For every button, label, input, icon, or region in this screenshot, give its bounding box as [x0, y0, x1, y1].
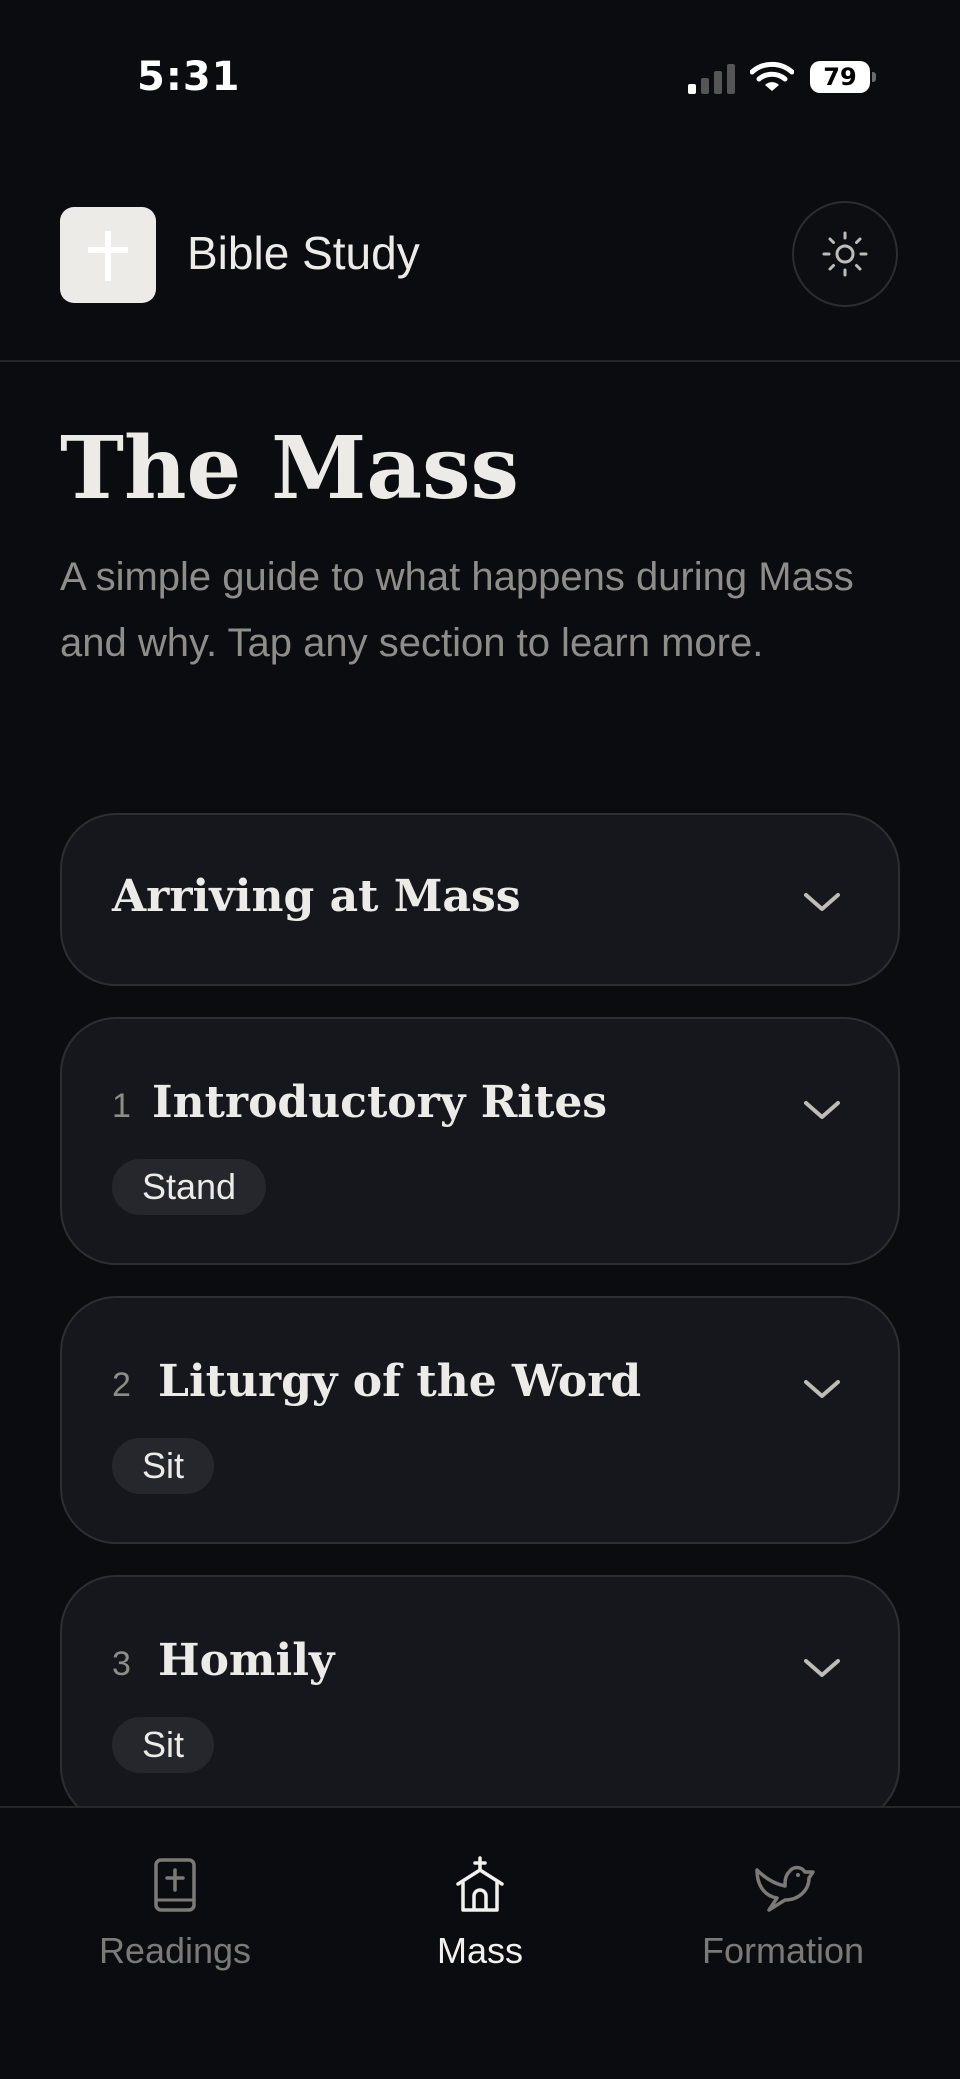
app-title: Bible Study [187, 227, 420, 279]
status-time: 5:31 [137, 54, 241, 100]
status-bar: 5:31 79 [0, 0, 960, 140]
section-introductory-rites[interactable]: 1 Introductory Rites Stand [60, 1017, 900, 1265]
bottom-nav: Readings Mass Formation [0, 1806, 960, 2079]
page-title: The Mass [60, 418, 519, 519]
theme-toggle-button[interactable] [792, 201, 898, 307]
chevron-down-icon [804, 1659, 840, 1677]
cross-icon [88, 231, 128, 281]
posture-badge: Sit [112, 1717, 215, 1773]
section-homily[interactable]: 3 Homily Sit [60, 1575, 900, 1823]
book-icon [154, 1858, 196, 1912]
battery-level: 79 [810, 61, 870, 93]
chevron-down-icon [804, 1380, 840, 1398]
section-title: Introductory Rites [152, 1077, 608, 1128]
section-number: 1 [112, 1087, 131, 1125]
section-title: Liturgy of the Word [158, 1356, 642, 1407]
battery-tip [872, 72, 876, 82]
section-number: 2 [112, 1366, 131, 1404]
signal-icon [688, 64, 735, 94]
page-subtitle: A simple guide to what happens during Ma… [60, 555, 854, 665]
app-logo [60, 207, 156, 303]
posture-badge: Stand [112, 1159, 267, 1215]
posture-badge: Sit [112, 1438, 215, 1494]
section-number: 3 [112, 1645, 131, 1683]
nav-label: Mass [436, 1930, 523, 1971]
section-liturgy-of-the-word[interactable]: 2 Liturgy of the Word Sit [60, 1296, 900, 1544]
section-title: Arriving at Mass [112, 871, 521, 922]
battery-icon: 79 [810, 61, 876, 93]
church-icon [456, 1856, 504, 1912]
nav-label: Readings [98, 1930, 252, 1971]
dove-icon [755, 1865, 815, 1912]
app-header: Bible Study [0, 140, 960, 362]
sun-icon [822, 231, 868, 277]
chevron-down-icon [804, 893, 840, 911]
section-title: Homily [158, 1635, 335, 1686]
nav-item-readings[interactable]: Readings [55, 1856, 295, 2006]
nav-label: Formation [701, 1930, 865, 1971]
nav-item-formation[interactable]: Formation [663, 1856, 903, 2006]
chevron-down-icon [804, 1101, 840, 1119]
wifi-icon [750, 61, 794, 91]
section-arriving[interactable]: Arriving at Mass [60, 813, 900, 986]
nav-item-mass[interactable]: Mass [360, 1856, 600, 2006]
